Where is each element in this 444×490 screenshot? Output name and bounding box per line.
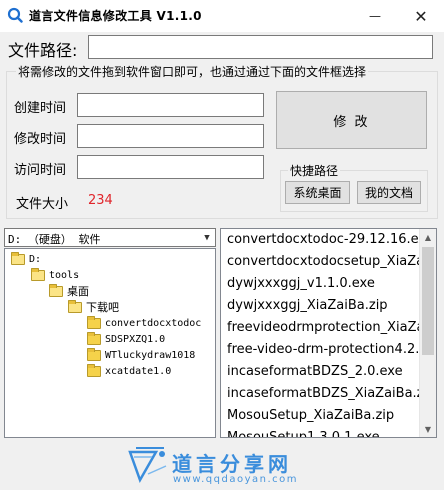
- list-item[interactable]: incaseformatBDZS_XiaZaiBa.zip: [227, 383, 435, 405]
- tree-item-label: xcatdate1.0: [105, 365, 172, 377]
- file-path-label: 文件路径:: [8, 41, 78, 60]
- list-item[interactable]: incaseformatBDZS_2.0.exe: [227, 361, 403, 383]
- list-item[interactable]: convertdocxtodocsetup_XiaZaiBa.zip: [227, 251, 436, 273]
- tree-item-label: SDSPXZQ1.0: [105, 333, 166, 345]
- tree-item-label: convertdocxtodoc: [105, 317, 202, 329]
- tree-item[interactable]: 桌面: [49, 283, 89, 299]
- list-item[interactable]: convertdocxtodoc-29.12.16.exe: [227, 229, 434, 251]
- file-size-label: 文件大小: [16, 197, 69, 212]
- accessed-time-label: 访问时间: [14, 163, 67, 178]
- window-title: 道言文件信息修改工具 V1.1.0: [29, 9, 202, 23]
- folder-icon: [87, 363, 101, 377]
- tree-item-label: tools: [49, 269, 80, 281]
- desktop-shortcut-button[interactable]: 系统桌面: [285, 181, 350, 204]
- file-info-group-caption: 将需修改的文件拖到软件窗口即可，也通过通过下面的文件框选择: [16, 63, 369, 80]
- tree-item[interactable]: xcatdate1.0: [87, 363, 171, 379]
- modify-button[interactable]: 修 改: [276, 91, 427, 149]
- watermark-text: 道言分享网: [172, 452, 292, 476]
- minimize-icon: —: [369, 9, 381, 23]
- tree-item[interactable]: SDSPXZQ1.0: [87, 331, 165, 347]
- documents-shortcut-button[interactable]: 我的文档: [357, 181, 421, 204]
- file-list-scrollbar[interactable]: ▲ ▼: [419, 229, 436, 437]
- list-item[interactable]: MosouSetup1.3.0.1.exe: [227, 427, 380, 437]
- list-item[interactable]: dywjxxxggj_XiaZaiBa.zip: [227, 295, 388, 317]
- watermark-logo: [128, 447, 167, 483]
- tree-item[interactable]: tools: [31, 267, 79, 283]
- folder-open-icon: [49, 283, 63, 297]
- scroll-down-icon[interactable]: ▼: [420, 421, 436, 437]
- drive-select[interactable]: D: （硬盘） 软件 ▼: [4, 228, 216, 247]
- close-button[interactable]: ✕: [398, 0, 444, 32]
- list-item[interactable]: MosouSetup_XiaZaiBa.zip: [227, 405, 394, 427]
- list-item[interactable]: dywjxxxggj_v1.1.0.exe: [227, 273, 375, 295]
- directory-tree[interactable]: D: tools 桌面 下载吧 convertdocxtodoc SDSPXZQ…: [4, 248, 216, 438]
- created-time-input[interactable]: [77, 93, 264, 117]
- chevron-down-icon[interactable]: ▼: [199, 229, 215, 246]
- modified-time-input[interactable]: [77, 124, 264, 148]
- shortcut-group-caption: 快捷路径: [288, 162, 341, 179]
- scroll-up-icon[interactable]: ▲: [420, 229, 436, 245]
- file-list[interactable]: convertdocxtodoc-29.12.16.exe convertdoc…: [220, 228, 437, 438]
- tree-item-label: 下载吧: [86, 301, 119, 314]
- tree-item[interactable]: convertdocxtodoc: [87, 315, 201, 331]
- tree-item-label: D:: [29, 253, 42, 265]
- folder-icon: [87, 331, 101, 345]
- tree-item[interactable]: WTluckydraw1018: [87, 347, 195, 363]
- modified-time-label: 修改时间: [14, 132, 67, 147]
- scroll-thumb[interactable]: [422, 247, 434, 355]
- tree-item[interactable]: D:: [11, 251, 41, 267]
- search-icon: [7, 7, 23, 23]
- list-item[interactable]: free-video-drm-protection4.2.exe: [227, 339, 436, 361]
- watermark-url: www.qqdaoyan.com: [173, 474, 299, 485]
- folder-icon: [87, 315, 101, 329]
- list-item[interactable]: freevideodrmprotection_XiaZaiBa.zip: [227, 317, 436, 339]
- file-size-value: 234: [88, 193, 113, 208]
- drive-select-value: D: （硬盘） 软件: [8, 233, 101, 246]
- tree-item[interactable]: 下载吧: [68, 299, 119, 315]
- folder-open-icon: [31, 267, 45, 281]
- file-path-input[interactable]: [88, 35, 433, 59]
- tree-item-label: WTluckydraw1018: [105, 349, 196, 361]
- folder-open-icon: [68, 299, 82, 313]
- folder-icon: [87, 347, 101, 361]
- minimize-button[interactable]: —: [352, 0, 398, 32]
- tree-item-label: 桌面: [67, 285, 89, 298]
- accessed-time-input[interactable]: [77, 155, 264, 179]
- close-icon: ✕: [414, 6, 428, 26]
- folder-open-icon: [11, 251, 25, 265]
- created-time-label: 创建时间: [14, 101, 67, 116]
